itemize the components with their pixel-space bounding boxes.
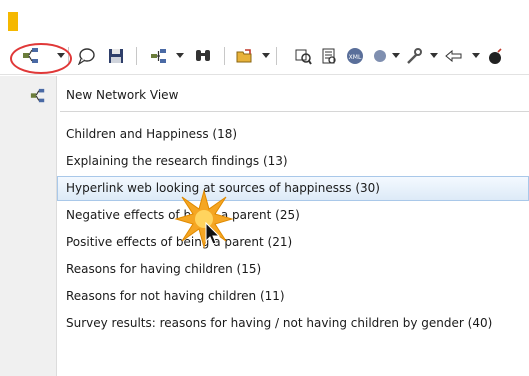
dropdown-arrow-icon[interactable] [392,46,400,66]
menu-item-hovered[interactable]: Hyperlink web looking at sources of happ… [57,176,529,201]
network-view-menu: New Network View Children and Happiness … [0,76,529,376]
accent-block [8,12,18,31]
dropdown-arrow-icon[interactable] [176,46,184,66]
xml-icon[interactable]: XML [344,46,366,66]
back-arrow-icon[interactable] [444,46,464,66]
dropdown-arrow-icon[interactable] [262,46,270,66]
menu-item[interactable]: Survey results: reasons for having / not… [58,311,529,336]
toolbar-separator [224,47,225,65]
dropdown-arrow-icon[interactable] [472,46,480,66]
svg-text:XML: XML [349,54,362,61]
binoculars-icon[interactable] [192,46,214,66]
network-view-icon [30,88,46,108]
word-cruncher-icon[interactable] [318,46,340,66]
menu-item[interactable]: Positive effects of being a parent (21) [58,230,529,255]
globe-icon[interactable] [372,46,388,66]
click-starburst-icon [174,189,234,249]
dropdown-arrow-icon[interactable] [430,46,438,66]
mouse-cursor-icon [205,222,221,245]
menu-item[interactable]: Explaining the research findings (13) [58,149,529,174]
toolbar: XML [0,38,529,75]
menu-separator [60,111,529,112]
wrench-icon[interactable] [404,46,424,66]
save-icon[interactable] [106,46,126,66]
menu-item[interactable]: Children and Happiness (18) [58,122,529,147]
bomb-icon[interactable] [486,46,506,66]
menu-item-new-network-view[interactable]: New Network View [58,83,529,108]
folder-open-icon[interactable] [234,46,256,66]
menu-item[interactable]: Reasons for having children (15) [58,257,529,282]
menu-item[interactable]: Reasons for not having children (11) [58,284,529,309]
comment-icon[interactable] [76,46,96,66]
query-tool-icon[interactable] [292,46,314,66]
menu-item[interactable]: Negative effects of being a parent (25) [58,203,529,228]
toolbar-separator [276,47,277,65]
code-manager-icon[interactable] [148,46,170,66]
highlight-ring [10,43,72,74]
toolbar-separator [136,47,137,65]
menu-icon-gutter [0,76,57,376]
